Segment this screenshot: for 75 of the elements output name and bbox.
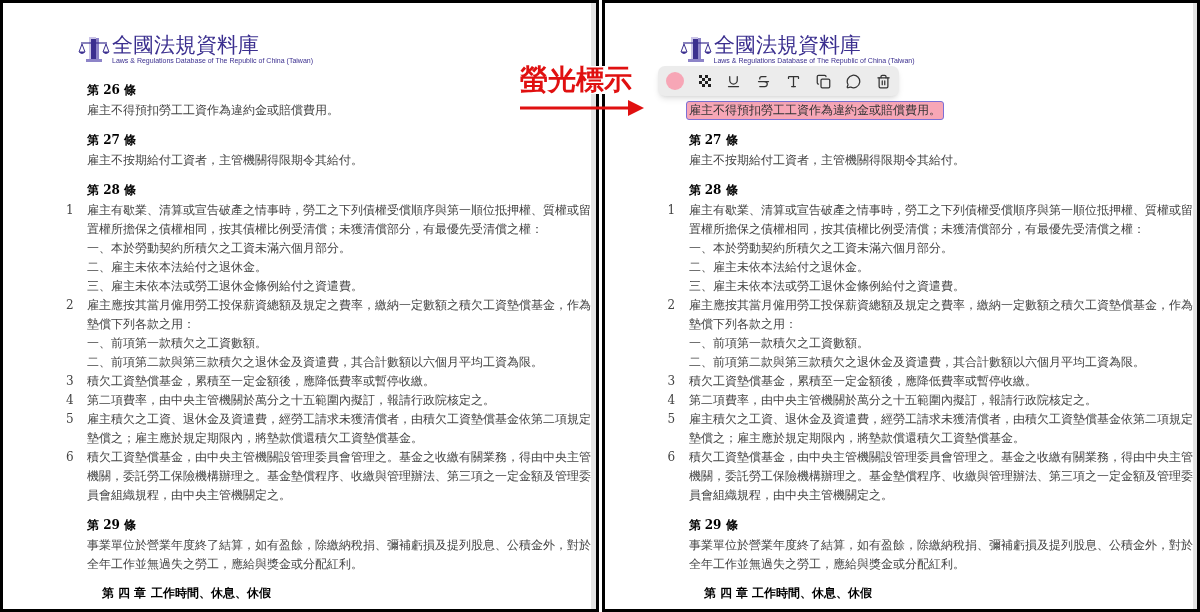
paragraph-number: 6 — [66, 449, 75, 466]
article-text: 三、雇主未依本法或勞工退休金條例給付之資遣費。 — [87, 278, 363, 295]
paragraph-number: 4 — [66, 392, 75, 409]
article-heading: 第 29 條 — [87, 516, 137, 534]
article-text: 一、前項第一款積欠之工資數額。 — [688, 335, 869, 352]
strikethrough-icon[interactable] — [755, 73, 771, 89]
article-text: 一、本於勞動契約所積欠之工資未滿六個月部分。 — [87, 240, 351, 257]
underline-icon[interactable] — [725, 73, 741, 89]
article-text: 第二項費率，由中央主管機關於萬分之十五範圍內擬訂，報請行政院核定之。 — [688, 392, 1097, 409]
article-text: 雇主不按期給付工資者，主管機關得限期令其給付。 — [688, 152, 965, 169]
article-text: 積欠工資墊償基金，累積至一定金額後，應降低費率或暫停收繳。 — [688, 373, 1037, 390]
copy-icon[interactable] — [815, 73, 831, 89]
article-text: 雇主不得預扣勞工工資作為違約金或賠償費用。 — [87, 102, 339, 119]
article-text: 墊償之；雇主應於規定期限內，將墊款償還積欠工資墊償基金。 — [688, 430, 1025, 447]
text-icon[interactable] — [785, 73, 801, 89]
chapter-heading: 第 四 章 工作時間、休息、休假 — [102, 585, 272, 602]
article-heading: 第 28 條 — [87, 181, 137, 199]
article-heading: 第 28 條 — [688, 181, 738, 199]
article-text: 機關，委託勞工保險機構辦理之。基金墊償程序、收繳與管理辦法、第三項之一定金額及管理委 — [688, 468, 1193, 485]
article-text: 積欠工資墊償基金，由中央主管機關設管理委員會管理之。基金之收繳有關業務，得由中央主管 — [87, 449, 591, 466]
paragraph-number: 4 — [667, 392, 677, 409]
article-text: 全年工作並無過失之勞工，應給與獎金或分配紅利。 — [688, 556, 965, 573]
article-text: 雇主積欠之工資、退休金及資遣費，經勞工請求未獲清償者，由積欠工資墊償基金依第二項規定 — [688, 411, 1193, 428]
article-text: 全年工作並無過失之勞工，應給與獎金或分配紅利。 — [87, 556, 363, 573]
paragraph-number: 2 — [667, 297, 677, 314]
article-text: 雇主不按期給付工資者，主管機關得限期令其給付。 — [87, 152, 363, 169]
callout-label: 螢光標示 — [520, 66, 632, 94]
paragraph-number: 3 — [66, 373, 75, 390]
article-text: 積欠工資墊償基金，由中央主管機關設管理委員會管理之。基金之收繳有關業務，得由中央主管 — [688, 449, 1193, 466]
article-text: 置權所擔保之債權相同，按其債權比例受清償；未獲清償部分，有最優先受清償之權： — [688, 221, 1145, 238]
article-text: 一、前項第一款積欠之工資數額。 — [87, 335, 267, 352]
paragraph-number: 3 — [667, 373, 677, 390]
article-text: 事業單位於營業年度終了結算，如有盈餘，除繳納稅捐、彌補虧損及提列股息、公積金外，對於 — [87, 537, 591, 554]
article-text: 雇主應按其當月僱用勞工投保薪資總額及規定之費率，繳納一定數額之積欠工資墊償基金，作為 — [688, 297, 1193, 314]
paragraph-number: 2 — [66, 297, 75, 314]
article-text: 墊償之；雇主應於規定期限內，將墊款償還積欠工資墊償基金。 — [87, 430, 423, 447]
article-text: 雇主有歇業、清算或宣告破產之情事時，勞工之下列債權受償順序與第一順位抵押權、質權或留 — [688, 202, 1193, 219]
article-heading: 第 29 條 — [688, 516, 738, 534]
article-heading: 第 27 條 — [87, 131, 137, 149]
article-text: 置權所擔保之債權相同，按其債權比例受清償；未獲清償部分，有最優先受清償之權： — [87, 221, 543, 238]
article-text: 雇主應按其當月僱用勞工投保薪資總額及規定之費率，繳納一定數額之積欠工資墊償基金，作為 — [87, 297, 591, 314]
paragraph-number: 5 — [667, 411, 677, 428]
checkerboard-icon[interactable] — [698, 75, 711, 87]
article-text: 二、雇主未依本法給付之退休金。 — [688, 259, 869, 276]
highlighted-text: 雇主不得預扣勞工工資作為違約金或賠償費用。 — [685, 101, 944, 120]
arrow-icon — [520, 100, 644, 116]
article-text: 雇主有歇業、清算或宣告破產之情事時，勞工之下列債權受償順序與第一順位抵押權、質權或留 — [87, 202, 591, 219]
article-text: 員會組織規程，由中央主管機關定之。 — [87, 487, 291, 504]
article-heading: 第 27 條 — [688, 131, 738, 149]
chapter-heading: 第 四 章 工作時間、休息、休假 — [703, 585, 874, 602]
logo-title: 全國法規資料庫 — [112, 34, 260, 56]
paragraph-number: 6 — [667, 449, 677, 466]
article-heading: 第 26 條 — [87, 81, 137, 99]
article-text: 一、本於勞動契約所積欠之工資未滿六個月部分。 — [688, 240, 953, 257]
article-text: 員會組織規程，由中央主管機關定之。 — [688, 487, 893, 504]
article-text: 雇主積欠之工資、退休金及資遣費，經勞工請求未獲清償者，由積欠工資墊償基金依第二項規定 — [87, 411, 591, 428]
highlight-color-swatch[interactable] — [665, 72, 684, 90]
scales-book-icon — [679, 35, 712, 63]
article-text: 積欠工資墊償基金，累積至一定金額後，應降低費率或暫停收繳。 — [87, 373, 435, 390]
article-text: 二、前項第二款與第三款積欠之退休金及資遣費，其合計數額以六個月平均工資為限。 — [87, 354, 543, 371]
logo-title: 全國法規資料庫 — [713, 34, 862, 56]
article-text: 二、前項第二款與第三款積欠之退休金及資遣費，其合計數額以六個月平均工資為限。 — [688, 354, 1145, 371]
scales-book-icon — [78, 35, 110, 63]
article-text: 墊償下列各款之用： — [688, 316, 797, 333]
paragraph-number: 1 — [66, 202, 75, 219]
article-text: 二、雇主未依本法給付之退休金。 — [87, 259, 267, 276]
paragraph-number: 5 — [66, 411, 75, 428]
trash-icon[interactable] — [875, 73, 891, 89]
article-text: 三、雇主未依本法或勞工退休金條例給付之資遣費。 — [688, 278, 965, 295]
paragraph-number: 1 — [667, 202, 677, 219]
article-text: 第二項費率，由中央主管機關於萬分之十五範圍內擬訂，報請行政院核定之。 — [87, 392, 495, 409]
comment-icon[interactable] — [845, 73, 861, 89]
article-text: 墊償下列各款之用： — [87, 316, 195, 333]
article-text: 機關，委託勞工保險機構辦理之。基金墊償程序、收繳與管理辦法、第三項之一定金額及管理委 — [87, 468, 591, 485]
article-text: 事業單位於營業年度終了結算，如有盈餘，除繳納稅捐、彌補虧損及提列股息、公積金外，對於 — [688, 537, 1193, 554]
